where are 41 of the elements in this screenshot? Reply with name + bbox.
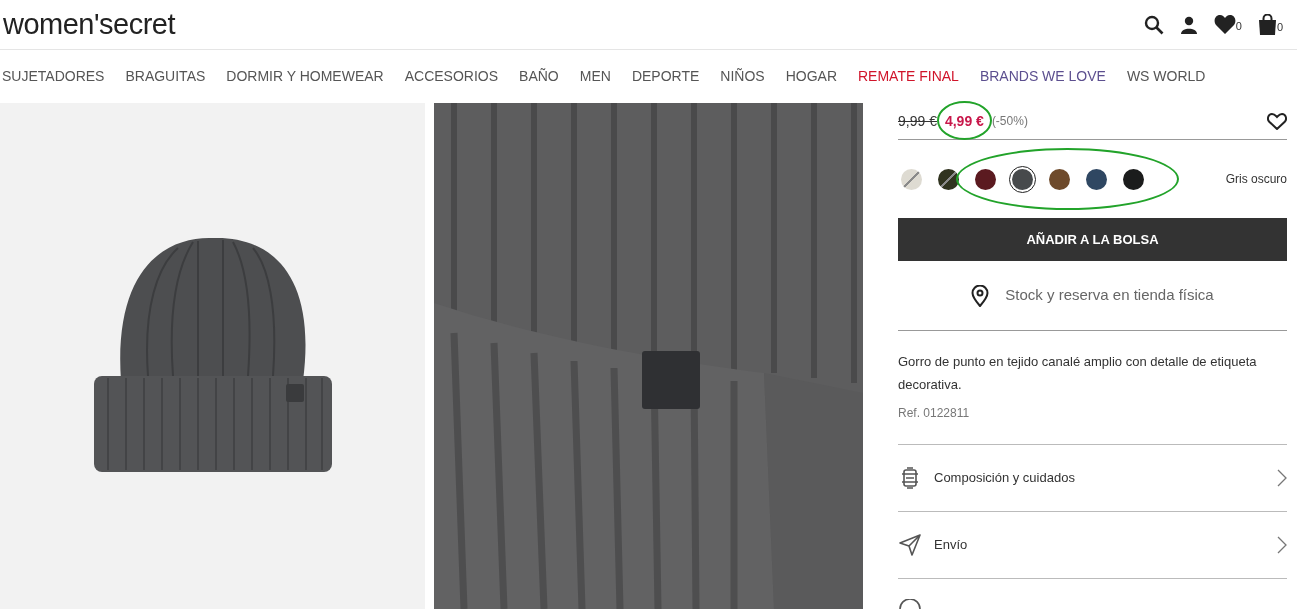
accordion-header[interactable]: Envío (934, 535, 1277, 555)
paper-plane-icon (899, 534, 921, 556)
reference-number: Ref. 0122811 (898, 405, 971, 422)
location-pin-icon (971, 284, 990, 307)
nav-link[interactable]: DORMIR Y HOMEWEAR (226, 66, 384, 87)
color-swatch[interactable] (901, 168, 922, 190)
bag-count: 0 (1276, 19, 1283, 35)
search-icon[interactable] (1143, 14, 1164, 35)
color-swatch[interactable] (1086, 168, 1107, 190)
nav-link[interactable]: WS WORLD (1126, 66, 1206, 87)
user-icon[interactable] (1179, 15, 1198, 34)
color-name: Gris oscuro (1225, 171, 1287, 188)
logo[interactable]: women'secret (3, 10, 175, 39)
nav-link[interactable]: SUJETADORES (2, 66, 105, 87)
color-swatch[interactable] (938, 168, 959, 190)
nav-link[interactable]: BRANDS WE LOVE (979, 66, 1106, 87)
original-price: 9,99 € (898, 111, 937, 131)
color-swatch[interactable] (1012, 168, 1033, 190)
shopping-bag-icon[interactable] (1257, 14, 1277, 35)
nav-link[interactable]: DEPORTE (631, 66, 700, 87)
discount: (-50%) (991, 113, 1028, 130)
store-link[interactable]: Stock y reserva en tienda física (1005, 284, 1214, 307)
accordion-header[interactable]: Composición y cuidados (934, 468, 1277, 488)
nav-link[interactable]: ACCESORIOS (404, 66, 499, 87)
nav-link[interactable]: HOGAR (785, 66, 837, 87)
nav-link[interactable]: NIÑOS (720, 66, 765, 87)
color-swatch[interactable] (1123, 168, 1144, 190)
nav-link[interactable]: BAÑO (519, 66, 559, 87)
nav-link[interactable]: BRAGUITAS (125, 66, 206, 87)
product-description: Gorro de punto en tejido canalé amplio con detalle de etiqueta decorativa. (898, 353, 1258, 394)
heart-icon[interactable] (1213, 15, 1236, 34)
nav-link[interactable]: MEN (579, 66, 611, 87)
chevron-right-icon (1277, 469, 1287, 487)
heart-icon[interactable] (1267, 112, 1287, 130)
wishlist-count: 0 (1235, 18, 1242, 34)
sale-price: 4,99 € (944, 110, 984, 132)
color-swatch[interactable] (1049, 168, 1070, 190)
nav-link[interactable]: REMATE FINAL (858, 66, 959, 87)
chevron-right-icon (1277, 536, 1287, 554)
add-to-bag-button[interactable]: AÑADIR A LA BOLSA (898, 218, 1287, 261)
color-swatch[interactable] (975, 168, 996, 190)
